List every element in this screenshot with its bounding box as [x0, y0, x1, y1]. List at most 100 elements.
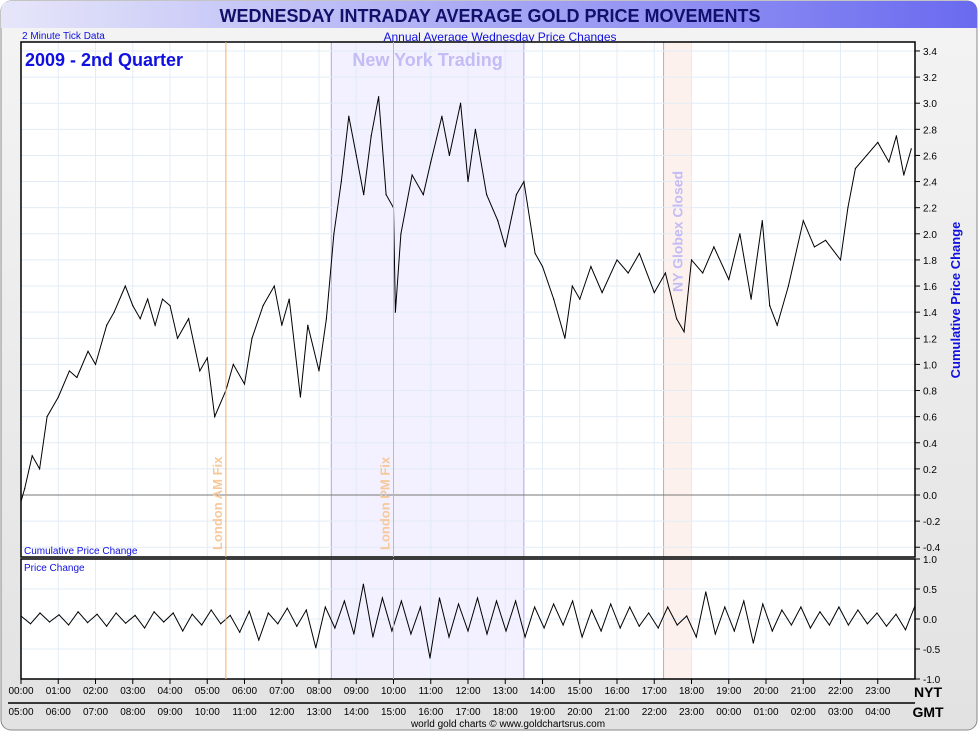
cumulative-point [839, 259, 842, 261]
cumulative-point [627, 272, 629, 274]
cumulative-point [31, 455, 33, 457]
price-change-point [610, 603, 612, 605]
price-change-point [476, 597, 479, 599]
price-change-point [362, 583, 364, 585]
nyt-tick-label: 00:00 [8, 686, 33, 697]
chart-window: WEDNESDAY INTRADAY AVERAGE GOLD PRICE MO… [0, 0, 980, 733]
price-change-point [258, 639, 260, 641]
nyt-tick-label: 15:00 [567, 686, 592, 697]
gmt-tick-label: 09:00 [157, 707, 182, 718]
y-tick-label: 2.0 [923, 230, 937, 241]
gmt-tick-label: 06:00 [46, 707, 71, 718]
price-change-point [210, 609, 212, 611]
cumulative-point [553, 298, 555, 300]
price-change-point [201, 624, 203, 626]
gmt-tick-label: 21:00 [604, 707, 629, 718]
price-change-point [847, 624, 850, 626]
cumulative-point [113, 311, 115, 313]
price-change-point [486, 633, 488, 635]
nyt-tick-label: 14:00 [530, 686, 555, 697]
price-change-point [838, 606, 840, 608]
cumulative-point [776, 324, 778, 326]
price-change-point [714, 633, 716, 635]
price-change-point [125, 622, 127, 624]
cumulative-point [769, 305, 771, 307]
cumulative-point [430, 161, 432, 163]
cumulative-point [370, 135, 372, 137]
cumulative-point [564, 337, 566, 339]
cumulative-point [87, 350, 89, 352]
price-change-point [629, 606, 631, 608]
price-change-point [172, 612, 174, 614]
ny-trading-label: New York Trading [352, 50, 502, 70]
gmt-label: GMT [912, 704, 944, 720]
price-change-point [438, 597, 441, 599]
nyt-tick-label: 12:00 [455, 686, 480, 697]
y-tick-label: 0.8 [923, 387, 937, 398]
cumulative-point [474, 128, 477, 130]
price-change-point [552, 603, 555, 605]
nyt-tick-label: 21:00 [791, 686, 816, 697]
cumulative-point [355, 154, 357, 157]
price-change-point [800, 606, 802, 608]
price-change-point [724, 606, 726, 608]
price-change-point [495, 600, 498, 602]
cumulative-point [288, 298, 290, 300]
gmt-tick-label: 02:00 [791, 707, 816, 718]
cumulative-point [497, 220, 499, 222]
nyt-tick-label: 16:00 [604, 686, 629, 697]
cumulative-point [690, 259, 693, 261]
price-change-point [705, 591, 707, 593]
cumulative-point [188, 318, 190, 320]
gmt-tick-label: 04:00 [865, 707, 890, 718]
nyt-tick-label: 08:00 [306, 686, 331, 697]
price-change-point [115, 612, 117, 614]
gmt-tick-label: 01:00 [753, 707, 778, 718]
gmt-tick-label: 17:00 [455, 707, 480, 718]
cumulative-point [169, 305, 171, 307]
chart-svg: WEDNESDAY INTRADAY AVERAGE GOLD PRICE MO… [0, 0, 978, 731]
cumulative-point [299, 396, 301, 398]
cumulative-point [385, 194, 387, 196]
price-change-point [819, 611, 821, 613]
price-change-point [315, 647, 317, 649]
cumulative-point [459, 102, 462, 104]
price-change-point [381, 597, 384, 599]
cumulative-point [318, 370, 320, 372]
price-change-point [667, 606, 669, 608]
cumulative-point [739, 233, 741, 235]
price-change-point [220, 623, 222, 625]
price-change-point [581, 636, 583, 638]
price-change-point [239, 631, 241, 633]
cumulative-point [199, 370, 201, 372]
cumulative-point [411, 174, 413, 176]
y-tick-label: -0.4 [923, 543, 941, 554]
price-change-point [828, 624, 831, 626]
cumulative-point [154, 324, 156, 326]
cumulative-point [243, 383, 246, 385]
price-change-point [419, 606, 422, 608]
cumulative-point [571, 285, 573, 287]
price-change-point [29, 623, 32, 625]
cumulative-point [325, 318, 328, 320]
gmt-tick-label: 20:00 [567, 707, 592, 718]
cumulative-point [825, 239, 827, 241]
price-change-point [895, 613, 897, 615]
cumulative-point [76, 376, 78, 379]
cumulative-point [262, 305, 264, 307]
price-change-point [86, 622, 89, 624]
y-tick-label: 0.2 [923, 465, 937, 476]
y-tick-label: 1.4 [923, 308, 937, 319]
price-change-point [48, 621, 51, 623]
globex-closed-label: NY Globex Closed [670, 171, 686, 292]
footer-credit: world gold charts © www.goldchartsrus.co… [410, 719, 605, 730]
nyt-tick-label: 22:00 [828, 686, 853, 697]
nyt-tick-label: 03:00 [120, 686, 145, 697]
nyt-tick-label: 07:00 [269, 686, 294, 697]
cumulative-point [676, 318, 678, 320]
price-change-point [876, 612, 878, 614]
price-change-point [191, 613, 193, 615]
price-change-point [334, 627, 336, 629]
price-change-point [457, 603, 460, 605]
sub-y-tick-label: -0.5 [923, 645, 941, 656]
